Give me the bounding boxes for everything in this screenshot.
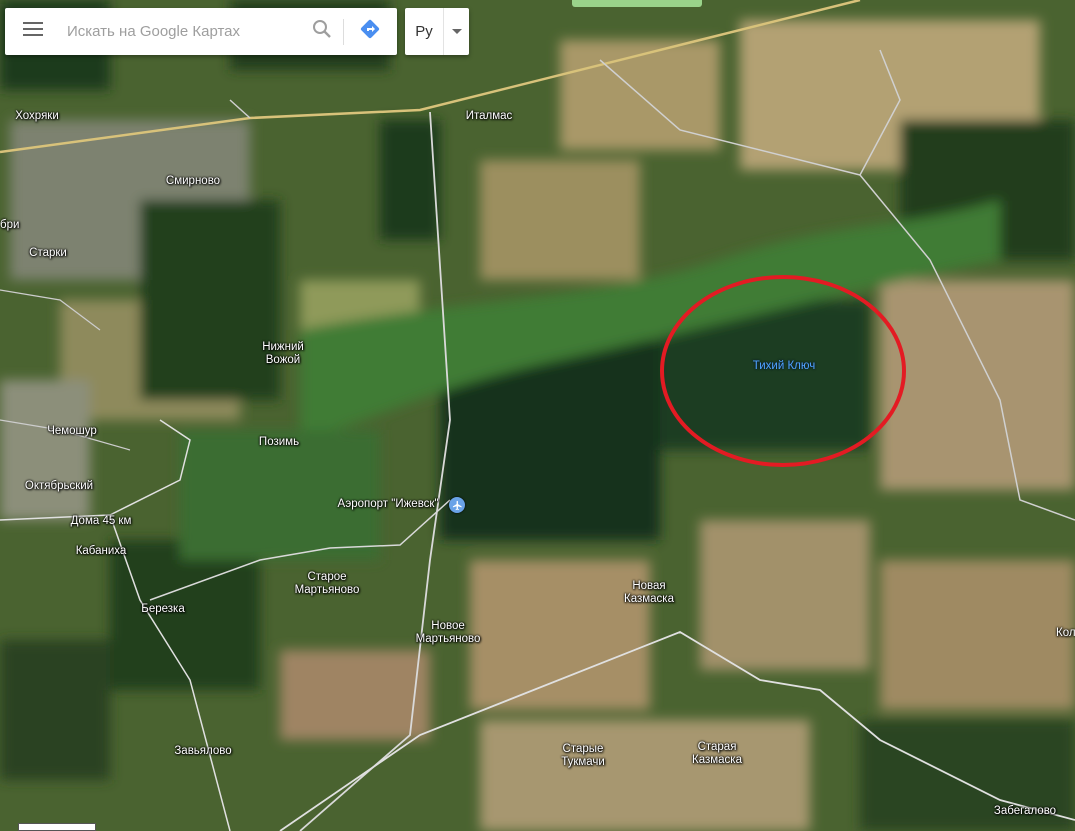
place-label-novoe-martyanovo: Новое Мартьяново (415, 620, 481, 645)
place-label-italmas: Италмас (465, 110, 513, 122)
scale-bar (18, 823, 96, 831)
directions-button[interactable] (344, 8, 396, 55)
place-label-staraya-kazmaska: Старая Казмаска (692, 741, 742, 766)
place-label-zabegalovo: Забегалово (993, 805, 1057, 817)
place-label-staroe-martyanovo: Старое Мартьяново (294, 571, 360, 596)
place-label-doma45: Дома 45 км (70, 515, 132, 527)
place-label-zavyalovo: Завьялово (174, 745, 232, 757)
place-label-novaya-kazmaska: Новая Казмаска (624, 580, 674, 605)
search-box (5, 8, 397, 55)
place-label-kol: Кол (1056, 627, 1075, 639)
place-label-chemoshur: Чемошур (47, 425, 97, 437)
search-button[interactable] (301, 8, 343, 55)
hamburger-icon (23, 22, 43, 41)
place-label-kabanikha: Кабаниха (75, 545, 127, 557)
language-value: Ру (415, 23, 433, 40)
search-icon (312, 19, 332, 44)
place-label-hohryaki: Хохряки (15, 110, 59, 122)
place-label-starye-tukmachi: Старые Тукмачи (561, 743, 605, 768)
place-label-bri: бри (0, 219, 20, 231)
place-label-airport[interactable]: Аэропорт "Ижевск" (337, 498, 438, 511)
caret-down-icon (444, 28, 469, 35)
place-label-berezka: Березка (141, 603, 185, 615)
place-label-pozim: Позимь (258, 436, 300, 448)
place-label-smirnovo: Смирново (165, 175, 221, 187)
place-label-starki: Старки (29, 247, 67, 259)
menu-button[interactable] (5, 8, 61, 55)
place-label-oktyabrsky: Октябрьский (24, 480, 94, 492)
top-tab[interactable] (572, 0, 702, 7)
place-label-nizhny-vozhoy: Нижний Вожой (262, 341, 304, 366)
search-input[interactable] (61, 16, 301, 47)
airplane-icon[interactable] (449, 497, 465, 513)
language-selector[interactable]: Ру (405, 8, 469, 55)
directions-icon (359, 18, 381, 45)
place-label-tikhy-klyuch[interactable]: Тихий Ключ (753, 360, 816, 373)
satellite-map[interactable] (0, 0, 1075, 831)
